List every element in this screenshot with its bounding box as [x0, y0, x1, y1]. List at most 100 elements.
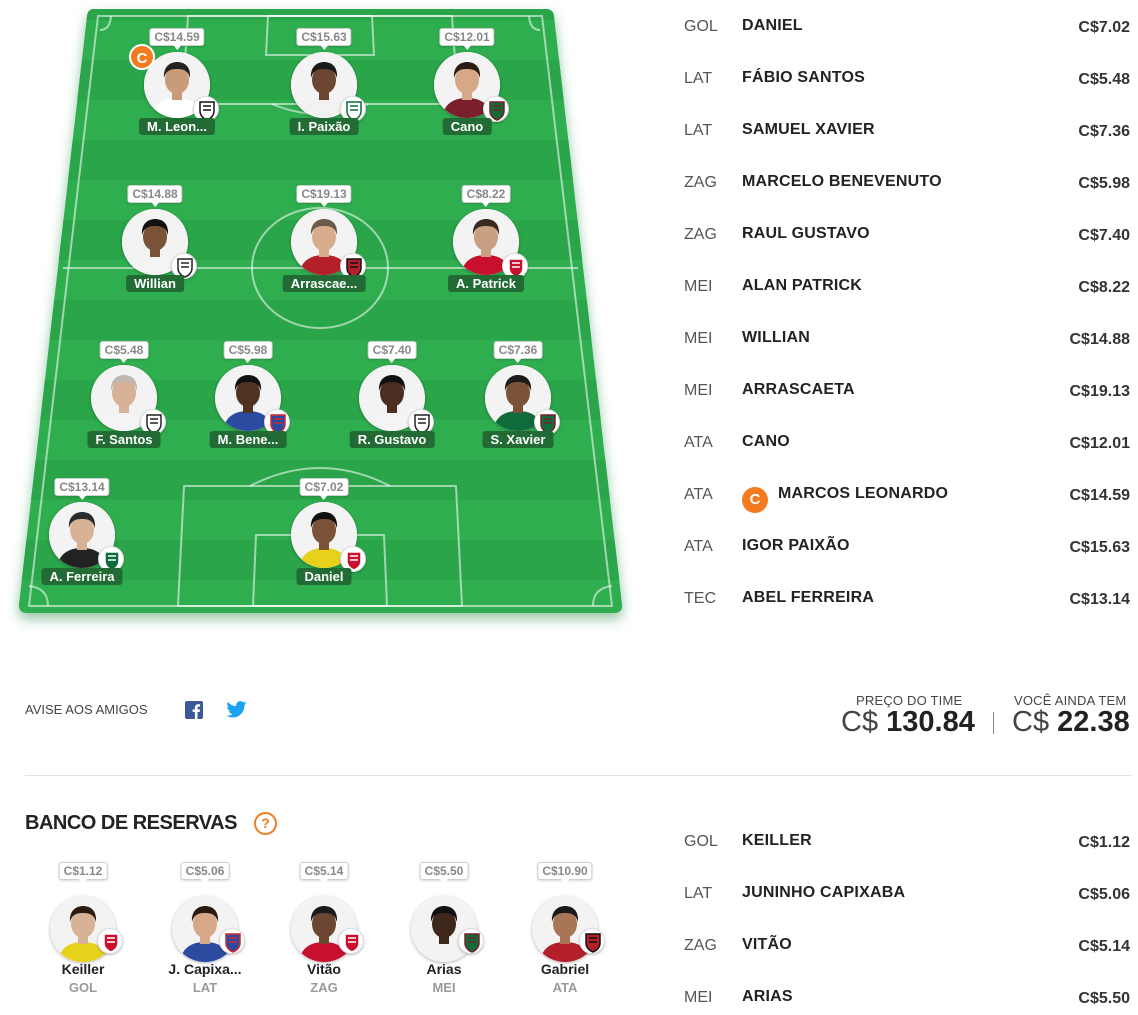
remaining-value: C$ 22.38: [1012, 706, 1130, 739]
section-divider: [25, 775, 1132, 776]
bench-player-card[interactable]: C$5.14 Vitão ZAG: [269, 862, 379, 1012]
internacional-crest-icon: [97, 928, 123, 954]
player-name: ARRASCAETA: [742, 381, 855, 398]
player-row[interactable]: LAT FÁBIO SANTOS C$5.48: [684, 60, 1130, 112]
player-name-tag: Arrascae...: [282, 275, 366, 292]
player-row[interactable]: ATA C MARCOS LEONARDO C$14.59: [684, 476, 1130, 528]
player-price: C$5.48: [1078, 71, 1130, 88]
player-name-tag: Daniel: [296, 568, 352, 585]
player-row[interactable]: MEI ARIAS C$5.50: [684, 979, 1130, 1015]
remaining-number: 22.38: [1057, 706, 1130, 738]
player-row[interactable]: ATA CANO C$12.01: [684, 424, 1130, 476]
bench-player-name: Vitão: [307, 961, 341, 977]
bench-player-position: MEI: [432, 980, 456, 995]
team-price-number: 130.84: [886, 706, 975, 738]
bench-player-name: J. Capixa...: [168, 961, 242, 977]
position-label: LAT: [684, 885, 713, 902]
captain-badge: C: [129, 44, 155, 70]
player-price-tag: C$10.90: [537, 862, 593, 884]
field-player-card[interactable]: C$14.59 M. Leon... C: [117, 28, 237, 143]
team-price-currency: C$: [841, 706, 879, 738]
player-name-tag: Cano: [442, 118, 492, 135]
player-row[interactable]: ZAG VITÃO C$5.14: [684, 927, 1130, 979]
player-price: C$12.01: [1069, 435, 1131, 452]
position-label: MEI: [684, 330, 713, 347]
position-label: MEI: [684, 278, 713, 295]
starters-list: GOL DANIEL C$7.02 LAT FÁBIO SANTOS C$5.4…: [684, 8, 1130, 632]
bench-player-card[interactable]: C$1.12 Keiller GOL: [28, 862, 138, 1012]
player-name-tag: R. Gustavo: [349, 431, 435, 448]
field-player-card[interactable]: C$19.13 Arrascae...: [264, 185, 384, 300]
position-label: LAT: [684, 122, 713, 139]
player-row[interactable]: ZAG MARCELO BENEVENUTO C$5.98: [684, 164, 1130, 216]
player-price: C$7.40: [1078, 227, 1130, 244]
field-player-card[interactable]: C$7.02 Daniel: [264, 478, 384, 593]
internacional-crest-icon: [338, 928, 364, 954]
player-price-tag: C$5.06: [180, 862, 230, 884]
help-icon[interactable]: ?: [254, 812, 277, 835]
player-row[interactable]: MEI ALAN PATRICK C$8.22: [684, 268, 1130, 320]
position-label: ATA: [684, 538, 713, 555]
captain-badge: C: [742, 487, 768, 513]
player-price: C$8.22: [1078, 279, 1130, 296]
position-label: TEC: [684, 590, 716, 607]
position-label: GOL: [684, 833, 718, 850]
bench-player-name: Arias: [426, 961, 462, 977]
player-price: C$19.13: [1069, 383, 1131, 400]
player-row[interactable]: LAT JUNINHO CAPIXABA C$5.06: [684, 875, 1130, 927]
field-player-card[interactable]: C$14.88 Willian: [95, 185, 215, 300]
player-price: C$5.50: [1078, 990, 1130, 1007]
bench-title: BANCO DE RESERVAS: [25, 812, 237, 834]
field-player-card[interactable]: C$13.14 A. Ferreira: [22, 478, 142, 593]
bench-player-card[interactable]: C$5.06 J. Capixa... LAT: [150, 862, 260, 1012]
twitter-icon[interactable]: [225, 700, 247, 720]
player-name-tag: S. Xavier: [482, 431, 554, 448]
player-price-tag: C$8.22: [461, 185, 511, 207]
bench-player-position: ATA: [552, 980, 578, 995]
player-price-tag: C$5.14: [299, 862, 349, 884]
player-row[interactable]: ZAG RAUL GUSTAVO C$7.40: [684, 216, 1130, 268]
player-price: C$14.88: [1069, 331, 1131, 348]
player-row[interactable]: MEI ARRASCAETA C$19.13: [684, 372, 1130, 424]
player-name: WILLIAN: [742, 329, 811, 346]
player-price-tag: C$5.50: [419, 862, 469, 884]
player-row[interactable]: GOL DANIEL C$7.02: [684, 8, 1130, 60]
facebook-icon[interactable]: [185, 701, 203, 719]
field-player-card[interactable]: C$5.48 F. Santos: [64, 341, 184, 456]
position-label: LAT: [684, 70, 713, 87]
player-name: JUNINHO CAPIXABA: [742, 884, 906, 901]
player-row[interactable]: MEI WILLIAN C$14.88: [684, 320, 1130, 372]
team-price-value: C$ 130.84: [841, 706, 975, 739]
bench-player-card[interactable]: C$5.50 Arias MEI: [389, 862, 499, 1012]
player-row[interactable]: GOL KEILLER C$1.12: [684, 823, 1130, 875]
player-price-tag: C$19.13: [296, 185, 352, 207]
player-name: DANIEL: [742, 17, 803, 34]
player-price-tag: C$5.98: [223, 341, 273, 363]
bench-player-name: Keiller: [61, 961, 105, 977]
bench-player-card[interactable]: C$10.90 Gabriel ATA: [510, 862, 620, 1012]
field-player-card[interactable]: C$5.98 M. Bene...: [188, 341, 308, 456]
player-price: C$1.12: [1078, 834, 1130, 851]
bench-player-position: GOL: [68, 980, 98, 995]
player-price: C$14.59: [1069, 487, 1131, 504]
field-player-card[interactable]: C$7.36 S. Xavier: [458, 341, 578, 456]
field-player-card[interactable]: C$15.63 I. Paixão: [264, 28, 384, 143]
player-name-tag: A. Ferreira: [41, 568, 123, 585]
field-player-card[interactable]: C$12.01 Cano: [407, 28, 527, 143]
player-price-tag: C$14.59: [149, 28, 205, 50]
player-name-tag: A. Patrick: [448, 275, 524, 292]
player-row[interactable]: TEC ABEL FERREIRA C$13.14: [684, 580, 1130, 632]
position-label: ZAG: [684, 226, 717, 243]
player-row[interactable]: ATA IGOR PAIXÃO C$15.63: [684, 528, 1130, 580]
field-player-card[interactable]: C$8.22 A. Patrick: [426, 185, 546, 300]
player-name: VITÃO: [742, 936, 792, 953]
player-row[interactable]: LAT SAMUEL XAVIER C$7.36: [684, 112, 1130, 164]
player-name: MARCOS LEONARDO: [778, 485, 949, 502]
player-price-tag: C$1.12: [58, 862, 108, 884]
player-name-tag: M. Bene...: [209, 431, 287, 448]
remaining-currency: C$: [1012, 706, 1050, 738]
field-player-card[interactable]: C$7.40 R. Gustavo: [332, 341, 452, 456]
position-label: MEI: [684, 989, 713, 1006]
player-price: C$7.36: [1078, 123, 1130, 140]
player-price: C$13.14: [1069, 591, 1131, 608]
